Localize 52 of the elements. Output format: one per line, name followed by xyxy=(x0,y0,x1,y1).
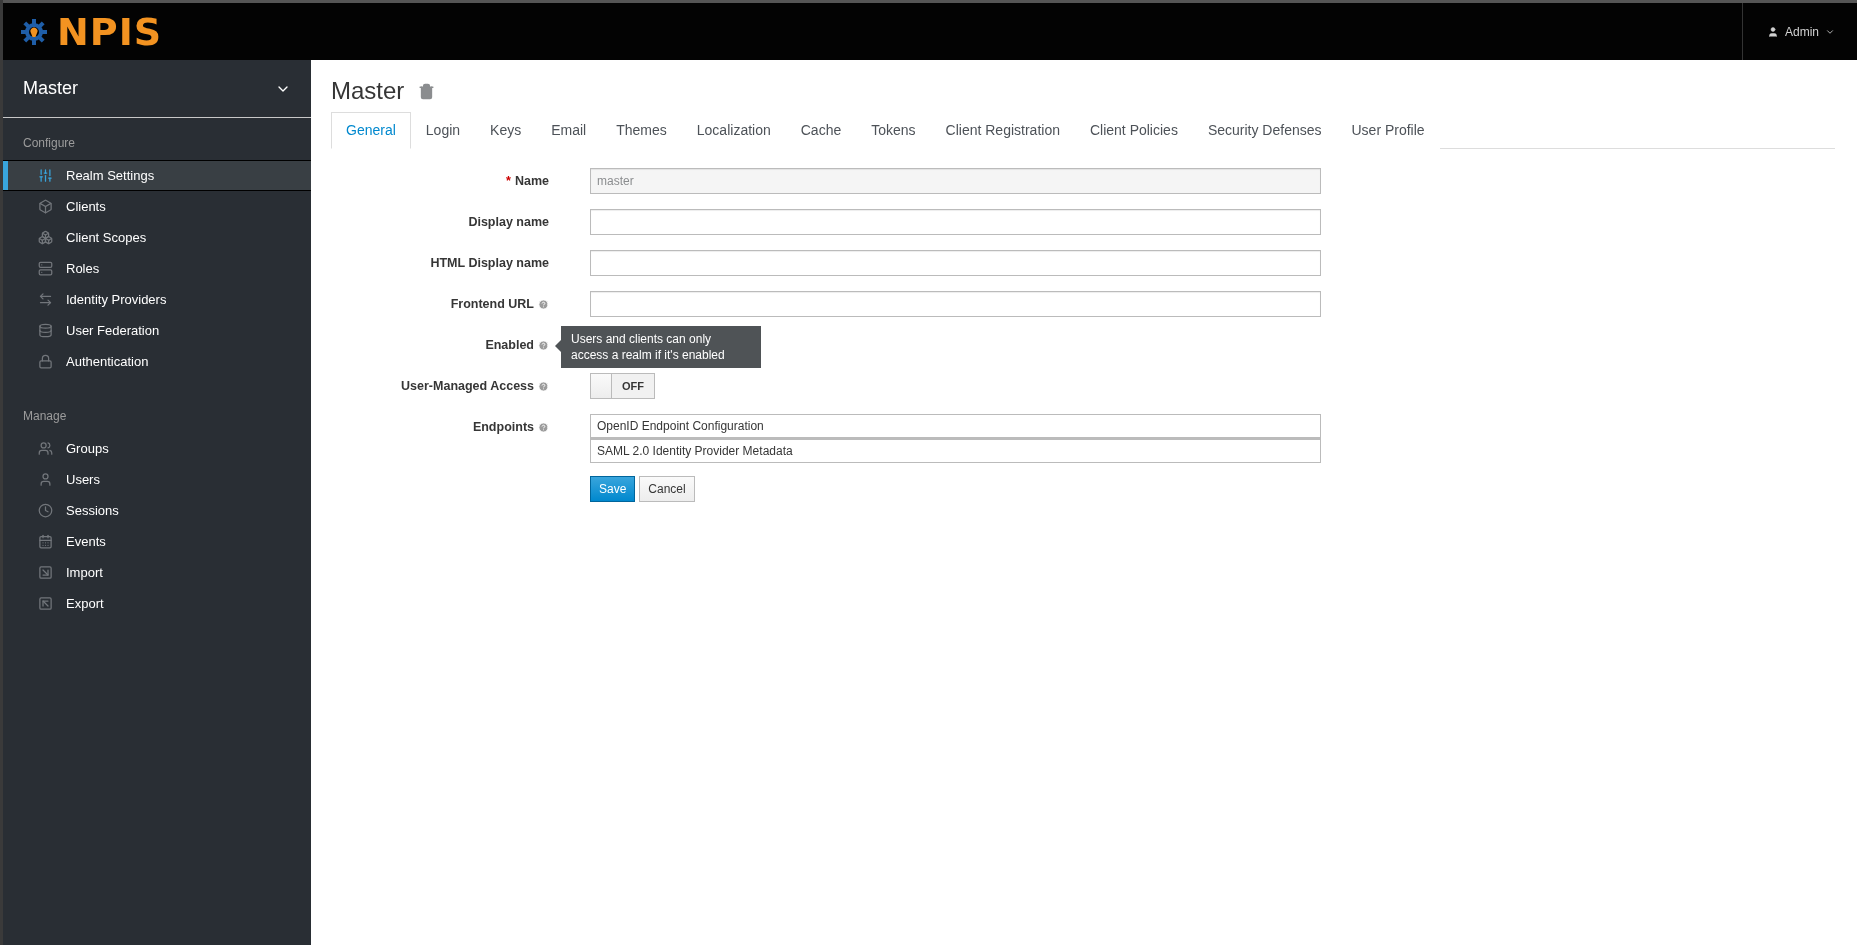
gear-icon xyxy=(21,18,47,45)
arrows-icon xyxy=(38,292,53,307)
user-menu[interactable]: Admin xyxy=(1742,3,1857,60)
database-icon xyxy=(38,323,53,338)
sidebar-item[interactable]: Realm Settings xyxy=(3,160,311,191)
sidebar-item[interactable]: Sessions xyxy=(3,495,311,526)
section-title: Configure xyxy=(22,135,77,152)
sidebar-item[interactable]: Import xyxy=(3,557,311,588)
sidebar-item[interactable]: Clients xyxy=(3,191,311,222)
text-field[interactable] xyxy=(590,291,1321,317)
help-icon[interactable] xyxy=(538,298,549,310)
field-label: Endpoints xyxy=(472,420,534,434)
field-label: Frontend URL xyxy=(450,297,534,311)
field-label: HTML Display name xyxy=(430,256,549,270)
text-field[interactable] xyxy=(590,209,1321,235)
field-label: Enabled xyxy=(485,338,534,352)
field-label: User-Managed Access xyxy=(401,379,534,393)
server-icon xyxy=(38,261,53,276)
cube-icon xyxy=(38,199,53,214)
help-icon[interactable] xyxy=(538,339,549,351)
sliders-icon xyxy=(38,168,53,183)
brand-logo: NPIS xyxy=(57,9,163,54)
cubes-icon xyxy=(38,230,53,245)
text-field[interactable] xyxy=(590,250,1321,276)
endpoint-link[interactable]: OpenID Endpoint Configuration xyxy=(590,414,1321,438)
toggle-switch[interactable]: OFF xyxy=(590,373,655,399)
help-icon[interactable] xyxy=(538,380,549,392)
field-label: * Name xyxy=(506,174,549,188)
sidebar-item[interactable]: Authentication xyxy=(3,346,311,377)
trash-icon[interactable] xyxy=(418,82,436,100)
lock-icon xyxy=(38,354,53,369)
sidebar-item[interactable]: Identity Providers xyxy=(3,284,311,315)
help-icon[interactable] xyxy=(538,421,549,433)
user-icon xyxy=(1767,25,1779,38)
tooltip: Users and clients can only access a realm if it's enabled xyxy=(561,326,761,368)
sidebar-item[interactable]: User Federation xyxy=(3,315,311,346)
calendar-icon xyxy=(38,534,53,549)
tab[interactable]: General xyxy=(331,112,411,149)
users-icon xyxy=(38,441,53,456)
page-title: Master xyxy=(331,77,405,105)
sidebar-item[interactable]: Groups xyxy=(3,433,311,464)
sidebar-item[interactable]: Client Scopes xyxy=(3,222,311,253)
sidebar-item[interactable]: Users xyxy=(3,464,311,495)
user-icon xyxy=(38,472,53,487)
cancel-button[interactable]: Cancel xyxy=(639,476,695,502)
field-label: Display name xyxy=(468,215,549,229)
sidebar-item[interactable]: Roles xyxy=(3,253,311,284)
clock-icon xyxy=(38,503,53,518)
sidebar-item[interactable]: Events xyxy=(3,526,311,557)
section-title: Manage xyxy=(22,408,68,425)
endpoint-link[interactable]: SAML 2.0 Identity Provider Metadata xyxy=(590,438,1321,463)
sidebar-item[interactable]: Export xyxy=(3,588,311,619)
